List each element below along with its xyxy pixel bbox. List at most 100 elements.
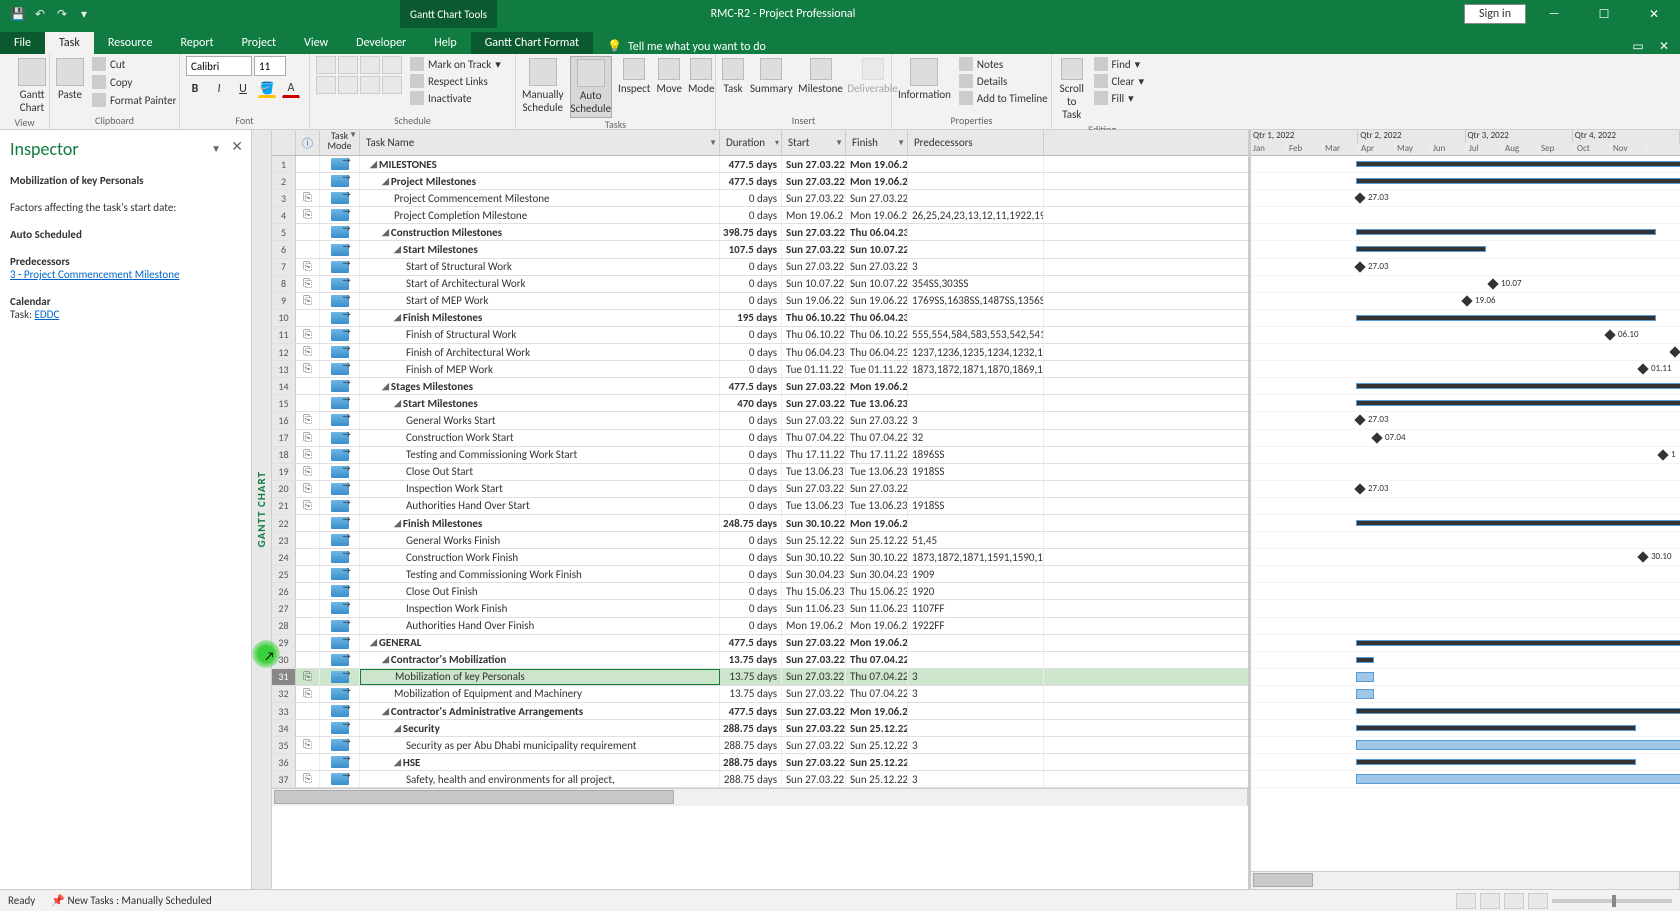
gantt-row[interactable]: 07.04 bbox=[1251, 430, 1680, 447]
task-row[interactable]: 28Authorities Hand Over Finish0 daysMon … bbox=[272, 618, 1248, 635]
row-number[interactable]: 22 bbox=[272, 515, 296, 531]
task-name-cell[interactable]: Close Out Finish bbox=[360, 583, 720, 599]
gantt-bar[interactable] bbox=[1356, 672, 1374, 682]
start-cell[interactable]: Sun 27.03.22 bbox=[782, 652, 846, 668]
task-mode-cell[interactable] bbox=[320, 259, 360, 275]
task-name-cell[interactable]: Safety, health and environments for all … bbox=[360, 771, 720, 787]
start-cell[interactable]: Sun 27.03.22 bbox=[782, 635, 846, 651]
predecessors-cell[interactable]: 1873,1872,1871,1870,1869,18 bbox=[908, 361, 1044, 377]
predecessors-cell[interactable]: 51,45 bbox=[908, 532, 1044, 548]
predecessors-cell[interactable]: 3 bbox=[908, 737, 1044, 753]
finish-cell[interactable]: Mon 19.06.2 bbox=[846, 156, 908, 172]
row-number[interactable]: 37 bbox=[272, 771, 296, 787]
predecessors-cell[interactable] bbox=[908, 378, 1044, 394]
task-row[interactable]: 5◢Construction Milestones398.75 daysSun … bbox=[272, 224, 1248, 241]
maximize-icon[interactable]: ☐ bbox=[1582, 0, 1626, 28]
predecessors-cell[interactable]: 1237,1236,1235,1234,1232,12 bbox=[908, 344, 1044, 360]
start-cell[interactable]: Sun 27.03.22 bbox=[782, 669, 846, 685]
gantt-hscroll[interactable] bbox=[1251, 871, 1680, 889]
close-icon[interactable]: ✕ bbox=[1632, 0, 1676, 28]
font-color-button[interactable]: A bbox=[282, 80, 300, 98]
gantt-bar[interactable] bbox=[1356, 178, 1680, 184]
view-gantt-button[interactable] bbox=[1480, 893, 1500, 909]
task-name-cell[interactable]: Project Commencement Milestone bbox=[360, 190, 720, 206]
zoom-slider[interactable] bbox=[1552, 899, 1672, 903]
row-number[interactable]: 2 bbox=[272, 173, 296, 189]
predecessors-cell[interactable] bbox=[908, 652, 1044, 668]
row-number[interactable]: 6 bbox=[272, 241, 296, 257]
auto-schedule-button[interactable]: Auto Schedule bbox=[570, 56, 613, 118]
predecessors-cell[interactable]: 1918SS bbox=[908, 464, 1044, 480]
gantt-row[interactable]: 19.06 bbox=[1251, 293, 1680, 310]
menu-gantt-format[interactable]: Gantt Chart Format bbox=[471, 32, 593, 54]
task-name-cell[interactable]: Project Completion Milestone bbox=[360, 207, 720, 223]
predecessors-cell[interactable]: 1909 bbox=[908, 566, 1044, 582]
finish-cell[interactable]: Mon 19.06.2 bbox=[846, 515, 908, 531]
font-size-input[interactable] bbox=[254, 56, 286, 76]
find-button[interactable]: Find ▾ bbox=[1092, 56, 1147, 72]
duration-cell[interactable]: 13.75 days bbox=[720, 669, 782, 685]
font-name-input[interactable] bbox=[186, 56, 252, 76]
start-cell[interactable]: Thu 15.06.23 bbox=[782, 583, 846, 599]
task-name-cell[interactable]: ◢Finish Milestones bbox=[360, 515, 720, 531]
predecessors-cell[interactable]: 3 bbox=[908, 412, 1044, 428]
task-row[interactable]: 24Construction Work Finish0 daysSun 30.1… bbox=[272, 549, 1248, 566]
start-cell[interactable]: Sun 27.03.22 bbox=[782, 771, 846, 787]
predecessors-cell[interactable] bbox=[908, 720, 1044, 736]
task-row[interactable]: 11⎘Finish of Structural Work0 daysThu 06… bbox=[272, 327, 1248, 344]
col-task-mode[interactable]: TaskMode▼ bbox=[320, 130, 360, 155]
task-row[interactable]: 15◢Start Milestones470 daysSun 27.03.22T… bbox=[272, 395, 1248, 412]
task-mode-cell[interactable] bbox=[320, 669, 360, 685]
task-name-cell[interactable]: Finish of Structural Work bbox=[360, 327, 720, 343]
milestone-button[interactable]: Milestone bbox=[799, 56, 843, 97]
task-name-cell[interactable]: Start of MEP Work bbox=[360, 293, 720, 309]
task-row[interactable]: 31⎘Mobilization of key Personals13.75 da… bbox=[272, 669, 1248, 686]
duration-cell[interactable]: 0 days bbox=[720, 293, 782, 309]
task-name-cell[interactable]: Close Out Start bbox=[360, 464, 720, 480]
task-name-cell[interactable]: Start of Structural Work bbox=[360, 259, 720, 275]
row-number[interactable]: 28 bbox=[272, 618, 296, 634]
task-mode-cell[interactable] bbox=[320, 276, 360, 292]
gantt-row[interactable] bbox=[1251, 652, 1680, 669]
row-number[interactable]: 3 bbox=[272, 190, 296, 206]
predecessors-cell[interactable] bbox=[908, 190, 1044, 206]
finish-cell[interactable]: Thu 07.04.22 bbox=[846, 652, 908, 668]
task-row[interactable]: 17⎘Construction Work Start0 daysThu 07.0… bbox=[272, 430, 1248, 447]
predecessors-cell[interactable]: 1922FF bbox=[908, 618, 1044, 634]
duration-cell[interactable]: 288.75 days bbox=[720, 720, 782, 736]
task-name-cell[interactable]: Mobilization of key Personals bbox=[360, 669, 720, 685]
inspector-cal-link[interactable]: EDDC bbox=[35, 308, 60, 321]
task-name-cell[interactable]: ◢Security bbox=[360, 720, 720, 736]
finish-cell[interactable]: Thu 07.04.22 bbox=[846, 686, 908, 702]
start-cell[interactable]: Thu 06.04.23 bbox=[782, 344, 846, 360]
task-row[interactable]: 29◢GENERAL477.5 daysSun 27.03.22Mon 19.0… bbox=[272, 635, 1248, 652]
start-cell[interactable]: Sun 27.03.22 bbox=[782, 190, 846, 206]
start-cell[interactable]: Sun 10.07.22 bbox=[782, 276, 846, 292]
predecessors-cell[interactable]: 354SS,303SS bbox=[908, 276, 1044, 292]
task-name-cell[interactable]: Mobilization of Equipment and Machinery bbox=[360, 686, 720, 702]
task-name-cell[interactable]: Start of Architectural Work bbox=[360, 276, 720, 292]
duration-cell[interactable]: 0 days bbox=[720, 481, 782, 497]
start-cell[interactable]: Sun 27.03.22 bbox=[782, 481, 846, 497]
finish-cell[interactable]: Sun 27.03.22 bbox=[846, 190, 908, 206]
duration-cell[interactable]: 0 days bbox=[720, 549, 782, 565]
duration-cell[interactable]: 0 days bbox=[720, 464, 782, 480]
task-row[interactable]: 37⎘Safety, health and environments for a… bbox=[272, 771, 1248, 788]
task-mode-cell[interactable] bbox=[320, 447, 360, 463]
finish-cell[interactable]: Sun 25.12.22 bbox=[846, 737, 908, 753]
task-row[interactable]: 33◢Contractor's Administrative Arrangeme… bbox=[272, 703, 1248, 720]
gantt-row[interactable] bbox=[1251, 618, 1680, 635]
row-number[interactable]: 24 bbox=[272, 549, 296, 565]
row-number[interactable]: 1 bbox=[272, 156, 296, 172]
row-number[interactable]: 10 bbox=[272, 310, 296, 326]
milestone-marker[interactable] bbox=[1354, 415, 1365, 426]
row-number[interactable]: 7 bbox=[272, 259, 296, 275]
start-cell[interactable]: Sun 27.03.22 bbox=[782, 737, 846, 753]
milestone-marker[interactable] bbox=[1637, 363, 1648, 374]
task-row[interactable]: 27Inspection Work Finish0 daysSun 11.06.… bbox=[272, 600, 1248, 617]
gantt-bar[interactable] bbox=[1356, 774, 1680, 784]
start-cell[interactable]: Sun 27.03.22 bbox=[782, 686, 846, 702]
progress-buttons[interactable] bbox=[316, 56, 402, 94]
copy-button[interactable]: Copy bbox=[90, 74, 178, 90]
start-cell[interactable]: Sun 30.10.22 bbox=[782, 515, 846, 531]
